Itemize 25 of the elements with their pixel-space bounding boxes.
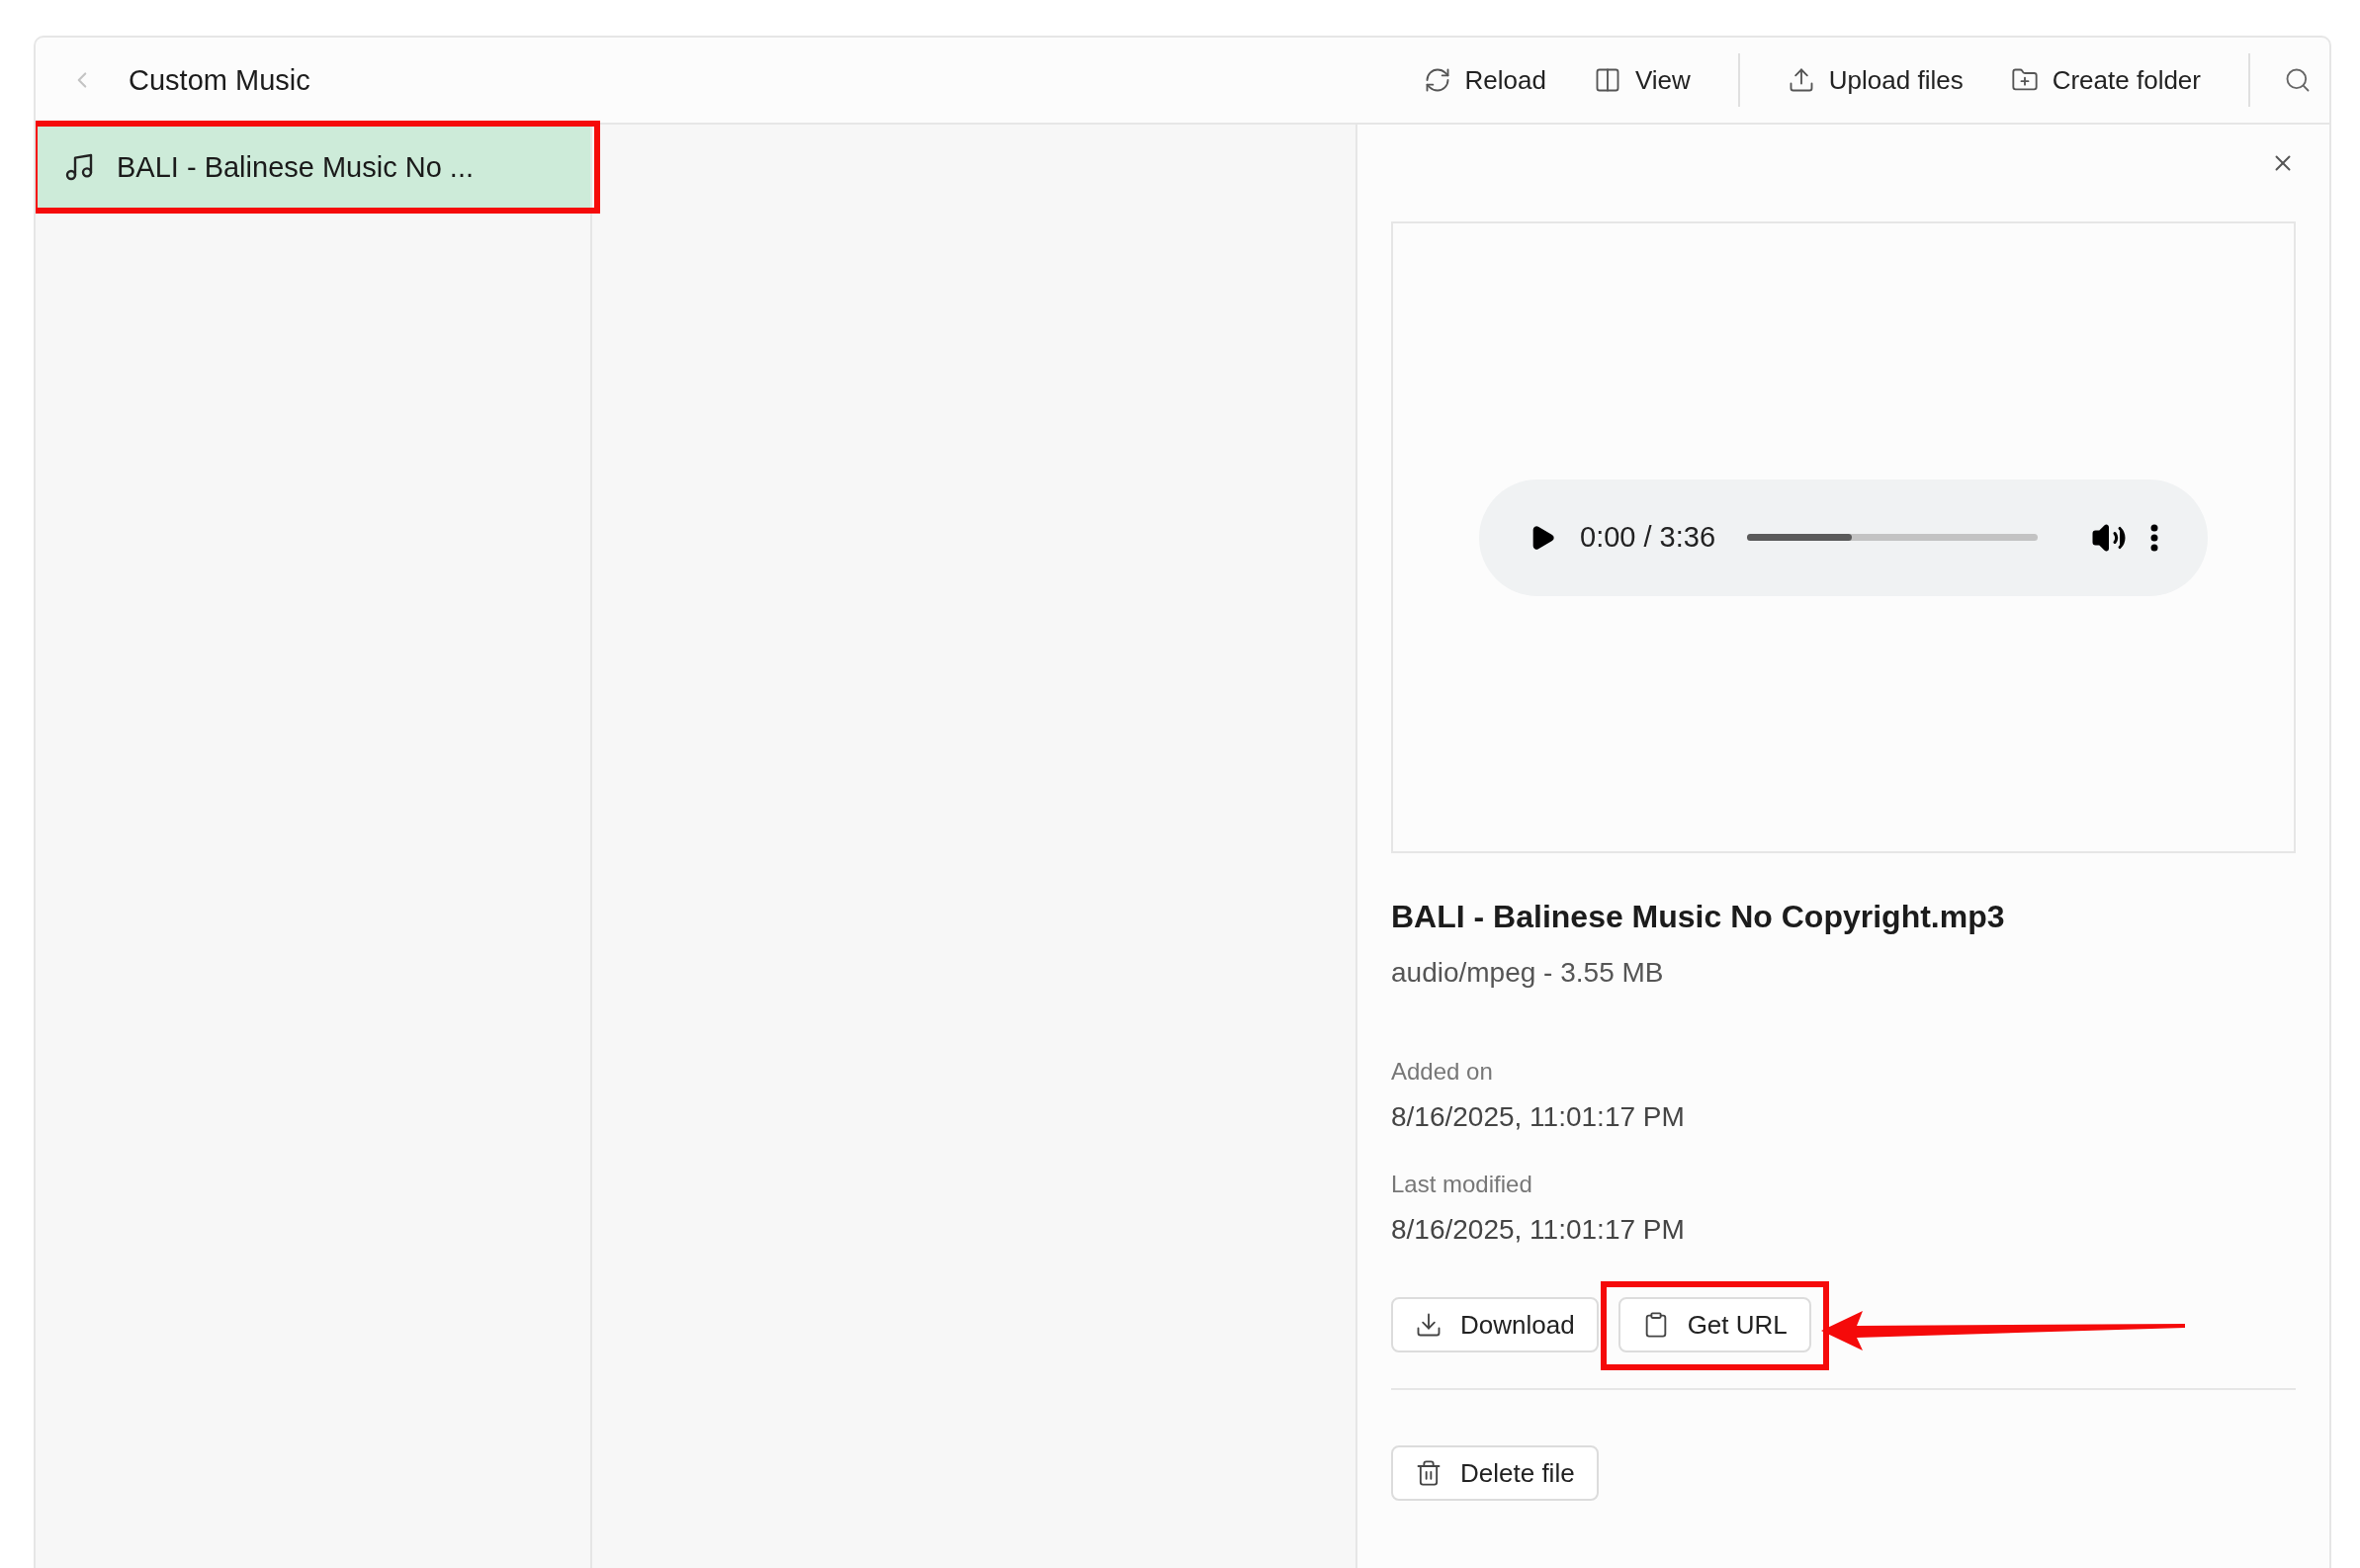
seek-track[interactable]	[1747, 534, 2038, 541]
file-item[interactable]: BALI - Balinese Music No ...	[36, 125, 590, 210]
more-icon	[2150, 523, 2158, 552]
music-note-icon	[63, 151, 95, 183]
toolbar-button[interactable]: Reload	[1409, 56, 1560, 104]
file-title: BALI - Balinese Music No Copyright.mp3	[1391, 899, 2006, 935]
action-button[interactable]: Download	[1391, 1297, 1599, 1352]
field-value: 8/16/2025, 11:01:17 PM	[1391, 1214, 1686, 1246]
field-label: Last modified	[1391, 1171, 1533, 1198]
toolbar-button[interactable]: Create folder	[1996, 56, 2215, 104]
search-button[interactable]	[2284, 66, 2312, 94]
file-info: audio/mpeg - 3.55 MB	[1391, 957, 1665, 989]
delete-button[interactable]: Delete file	[1391, 1445, 1599, 1501]
playback-time: 0:00 / 3:36	[1580, 521, 1716, 554]
more-options-button[interactable]	[2150, 523, 2158, 552]
file-name: BALI - Balinese Music No ...	[117, 150, 475, 184]
search-icon	[2284, 66, 2312, 94]
toolbar-button[interactable]: View	[1579, 56, 1704, 104]
field-value: 8/16/2025, 11:01:17 PM	[1391, 1101, 1686, 1133]
toolbar-button[interactable]: Upload files	[1773, 56, 1977, 104]
folder-title: Custom Music	[129, 63, 311, 97]
trash-icon	[1415, 1459, 1442, 1487]
field-label: Added on	[1391, 1058, 1494, 1086]
action-button[interactable]: Get URL	[1617, 1297, 1811, 1352]
download-icon	[1415, 1311, 1442, 1339]
